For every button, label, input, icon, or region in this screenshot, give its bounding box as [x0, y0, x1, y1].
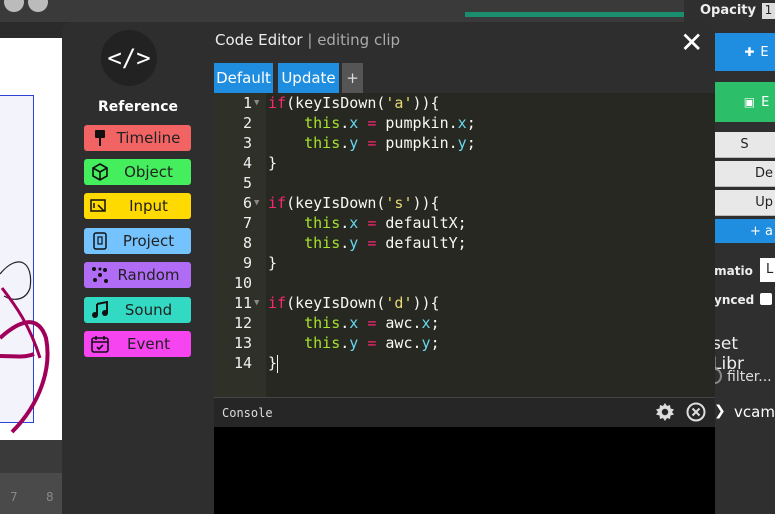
properties-action-label: E [761, 94, 770, 110]
background-top-bar [0, 0, 690, 22]
code-line: this.x = pumpkin.x; [304, 114, 476, 132]
synced-checkbox[interactable] [760, 293, 772, 305]
properties-button[interactable]: S [714, 132, 775, 158]
reference-input-button[interactable]: Input [84, 193, 191, 219]
reference-item-label: Input [129, 197, 168, 215]
code-line: if(keyIsDown('d')){ [268, 294, 440, 312]
reference-sound-button[interactable]: Sound [84, 297, 191, 323]
timeline-strip[interactable]: 7 8 [0, 440, 62, 514]
timeline-frame-number[interactable]: 8 [46, 490, 54, 504]
code-line: if(keyIsDown('s')){ [268, 194, 440, 212]
reference-item-label: Random [117, 266, 180, 284]
opacity-label: Opacity [700, 3, 756, 18]
reference-item-label: Sound [124, 301, 173, 319]
reference-random-button[interactable]: Random [84, 262, 191, 288]
background-control-icon [4, 0, 24, 12]
console-header: Console [214, 397, 715, 428]
code-line: this.y = defaultY; [304, 234, 467, 252]
modal-title-separator: | [307, 31, 313, 49]
modal-title-main: Code Editor [215, 31, 303, 49]
input-cursor-icon [88, 198, 112, 214]
line-number: 6 [242, 194, 252, 212]
line-number: 7 [242, 214, 252, 232]
code-line: if(keyIsDown('a')){ [268, 94, 440, 112]
reference-event-button[interactable]: Event [84, 331, 191, 357]
add-tab-button[interactable]: + [342, 63, 363, 93]
dice-dots-icon [88, 266, 112, 284]
code-logo-icon: </> [101, 30, 157, 86]
stage-canvas[interactable] [0, 38, 62, 440]
console-label: Console [222, 406, 273, 420]
action-icon: ▣ [743, 95, 756, 109]
action-icon: ✚ [744, 45, 755, 59]
modal-title: Code Editor | editing clip [215, 31, 400, 49]
animation-label: imatio [710, 264, 753, 278]
canvas-drawing [0, 261, 50, 434]
timeline-frame-number[interactable]: 7 [10, 490, 18, 504]
code-line: this.y = awc.y; [304, 334, 440, 352]
reference-timeline-button[interactable]: Timeline [84, 125, 191, 151]
code-line: this.x = defaultX; [304, 214, 467, 232]
code-editor[interactable]: 1 2 3 4 5 6 7 8 9 10 11 12 13 14 ▼ ▼ ▼ i… [214, 93, 715, 397]
code-line: this.x = awc.x; [304, 314, 440, 332]
text-cursor [277, 354, 279, 373]
line-number: 5 [242, 174, 252, 192]
pin-icon [88, 130, 112, 146]
tab-default[interactable]: Default [214, 63, 273, 93]
default-button[interactable]: De [714, 161, 775, 187]
background-control-icon [28, 0, 48, 12]
reference-object-button[interactable]: Object [84, 159, 191, 185]
reference-item-label: Object [124, 163, 173, 181]
cube-icon [88, 163, 112, 181]
music-note-icon [88, 301, 112, 319]
add-script-button[interactable]: + a [714, 219, 775, 243]
clear-console-icon[interactable] [686, 402, 706, 426]
line-number: 2 [242, 114, 252, 132]
code-editor-modal: Code Editor | editing clip ✕ </> Referen… [62, 22, 715, 514]
line-number: 10 [233, 274, 252, 292]
fold-arrow-icon[interactable]: ▼ [254, 298, 259, 308]
background-progress-strip [465, 12, 685, 17]
file-icon [88, 232, 112, 250]
reference-item-label: Project [122, 232, 175, 250]
properties-action-button[interactable]: ▣ E [714, 82, 775, 122]
reference-item-label: Event [127, 335, 170, 353]
synced-label: ynced [714, 293, 755, 307]
line-number: 1 [242, 94, 252, 112]
fold-arrow-icon[interactable]: ▼ [254, 98, 259, 108]
opacity-field[interactable]: 1 [762, 3, 775, 19]
reference-heading: Reference [97, 99, 179, 115]
update-button[interactable]: Up [714, 190, 775, 216]
line-number: 4 [242, 154, 252, 172]
asset-item-label: vcam. [734, 403, 775, 421]
line-number: 13 [233, 334, 252, 352]
code-line: this.y = pumpkin.y; [304, 134, 476, 152]
tab-update[interactable]: Update [278, 63, 339, 93]
line-number: 8 [242, 234, 252, 252]
reference-panel: </> Reference Timeline Object Input Proj… [62, 22, 214, 514]
close-icon[interactable]: ✕ [680, 26, 703, 59]
modal-subtitle: editing clip [317, 31, 401, 49]
calendar-icon [88, 335, 112, 353]
fold-arrow-icon[interactable]: ▼ [254, 198, 259, 208]
gear-icon[interactable] [655, 402, 675, 426]
animation-select[interactable]: L [760, 258, 775, 282]
asset-list-item[interactable]: ❯ vcam. [714, 398, 775, 428]
properties-action-label: E [760, 44, 769, 60]
code-line: } [268, 254, 278, 272]
asset-filter-field[interactable]: filter... [708, 364, 775, 392]
line-number: 11 [233, 294, 252, 312]
reference-project-button[interactable]: Project [84, 228, 191, 254]
line-number: 14 [233, 354, 252, 372]
asset-filter-placeholder: filter... [727, 369, 772, 385]
line-number: 9 [242, 254, 252, 272]
line-number: 3 [242, 134, 252, 152]
properties-action-button[interactable]: ✚ E [714, 33, 775, 71]
line-number: 12 [233, 314, 252, 332]
chevron-right-icon: ❯ [714, 403, 726, 419]
code-line: } [268, 354, 279, 373]
code-line: } [268, 154, 278, 172]
reference-item-label: Timeline [116, 129, 181, 147]
console-output[interactable] [214, 427, 715, 514]
